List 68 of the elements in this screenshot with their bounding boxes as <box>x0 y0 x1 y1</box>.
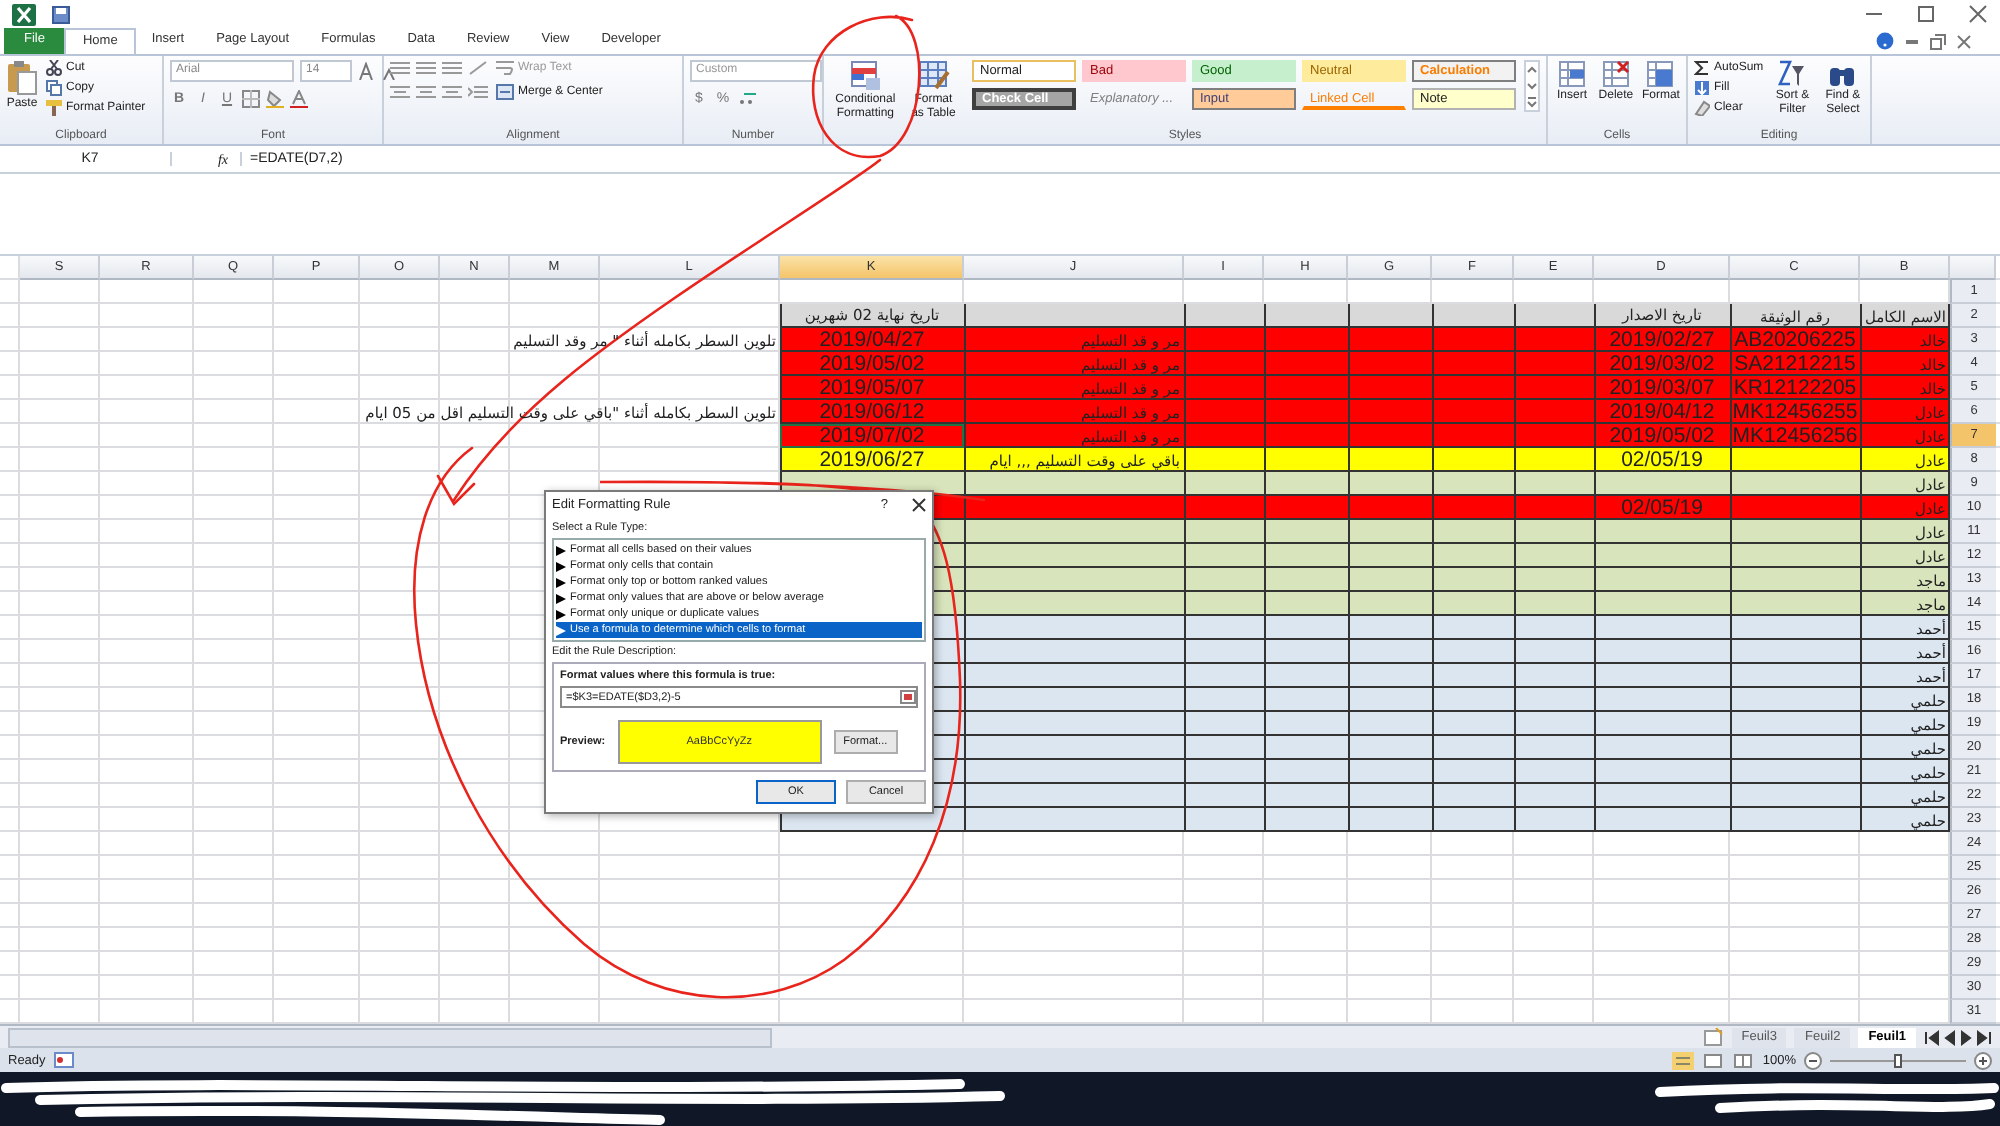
new-sheet-icon[interactable] <box>1703 1028 1724 1046</box>
copy-icon <box>46 80 62 96</box>
font-color-icon[interactable] <box>290 90 308 108</box>
zoom-out-icon[interactable] <box>1804 1051 1822 1069</box>
align-icon[interactable] <box>416 84 436 100</box>
close-icon[interactable] <box>912 498 926 512</box>
sigma-icon <box>1694 60 1710 76</box>
sort-filter-icon <box>1778 60 1807 88</box>
align-icon[interactable] <box>442 84 462 100</box>
align-icon[interactable] <box>390 84 410 100</box>
grow-font-icon[interactable] <box>358 62 376 80</box>
highlighted-table-icon <box>849 60 882 92</box>
table-cell: 02/05/19 <box>1621 450 1703 470</box>
down-arrow-icon <box>1694 80 1710 96</box>
clipboard-icon <box>6 60 38 96</box>
fill-color-icon[interactable] <box>266 90 284 108</box>
table-cell: 2019/04/12 <box>1609 402 1715 422</box>
align-icon[interactable] <box>442 60 462 76</box>
sheet-navigation-icon[interactable] <box>1924 1029 1992 1045</box>
indent-icon[interactable] <box>468 84 488 100</box>
restore-icon[interactable] <box>1930 33 1946 49</box>
horizontal-scrollbar[interactable] <box>8 1027 772 1047</box>
table-cell: SA21212215 <box>1734 353 1856 375</box>
table-cell: 2019/03/02 <box>1609 354 1715 374</box>
page-layout-icon[interactable] <box>1702 1051 1725 1069</box>
table-cell: 2019/06/12 <box>819 402 925 422</box>
table-cell: MK12456255 <box>1732 401 1858 423</box>
help-icon[interactable] <box>1876 32 1894 50</box>
table-cell: 02/05/19 <box>1621 498 1703 518</box>
table-icon <box>1646 60 1675 88</box>
orientation-icon[interactable] <box>468 60 488 76</box>
zoom-in-icon[interactable] <box>1974 1051 1992 1069</box>
align-icon[interactable] <box>416 60 436 76</box>
table-cell: KR12122205 <box>1733 377 1857 399</box>
wrap-icon <box>496 60 514 76</box>
table-cell: 2019/04/27 <box>819 330 925 350</box>
table-brush-icon <box>917 60 950 92</box>
merge-icon <box>496 84 514 100</box>
table-cell: 2019/06/27 <box>819 450 925 470</box>
shrink-font-icon[interactable] <box>382 63 398 79</box>
scroll-down-icon[interactable] <box>1526 78 1538 94</box>
decimal-icon[interactable] <box>738 90 758 106</box>
table-icon <box>1601 60 1630 88</box>
scroll-up-icon[interactable] <box>1526 62 1538 78</box>
paintbrush-icon <box>46 100 62 116</box>
table-cell: MK12456256 <box>1732 425 1858 447</box>
more-icon[interactable] <box>1526 94 1538 110</box>
table-icon <box>1557 60 1586 88</box>
borders-icon[interactable] <box>242 90 260 108</box>
collapse-icon[interactable] <box>900 690 916 704</box>
table-cell: 2019/03/07 <box>1609 378 1715 398</box>
zoom-slider-thumb[interactable] <box>1894 1053 1902 1067</box>
active-cell[interactable]: 2019/07/02 <box>780 424 964 448</box>
eraser-icon <box>1694 100 1710 116</box>
align-icon[interactable] <box>390 60 410 76</box>
table-cell: 2019/07/02 <box>819 426 925 446</box>
page-break-icon[interactable] <box>1732 1051 1755 1069</box>
close-icon[interactable] <box>1968 4 1988 24</box>
maximize-icon[interactable] <box>1916 4 1936 24</box>
table-cell: 2019/05/02 <box>819 354 925 374</box>
table-cell: AB20206225 <box>1734 329 1856 351</box>
macro-record-icon[interactable] <box>53 1052 74 1068</box>
table-cell: 2019/02/27 <box>1609 330 1715 350</box>
table-cell: 2019/05/02 <box>1609 426 1715 446</box>
normal-view-icon[interactable] <box>1672 1051 1695 1069</box>
scissors-icon <box>46 60 62 76</box>
save-icon[interactable] <box>52 5 70 23</box>
table-cell: 2019/05/07 <box>819 378 925 398</box>
